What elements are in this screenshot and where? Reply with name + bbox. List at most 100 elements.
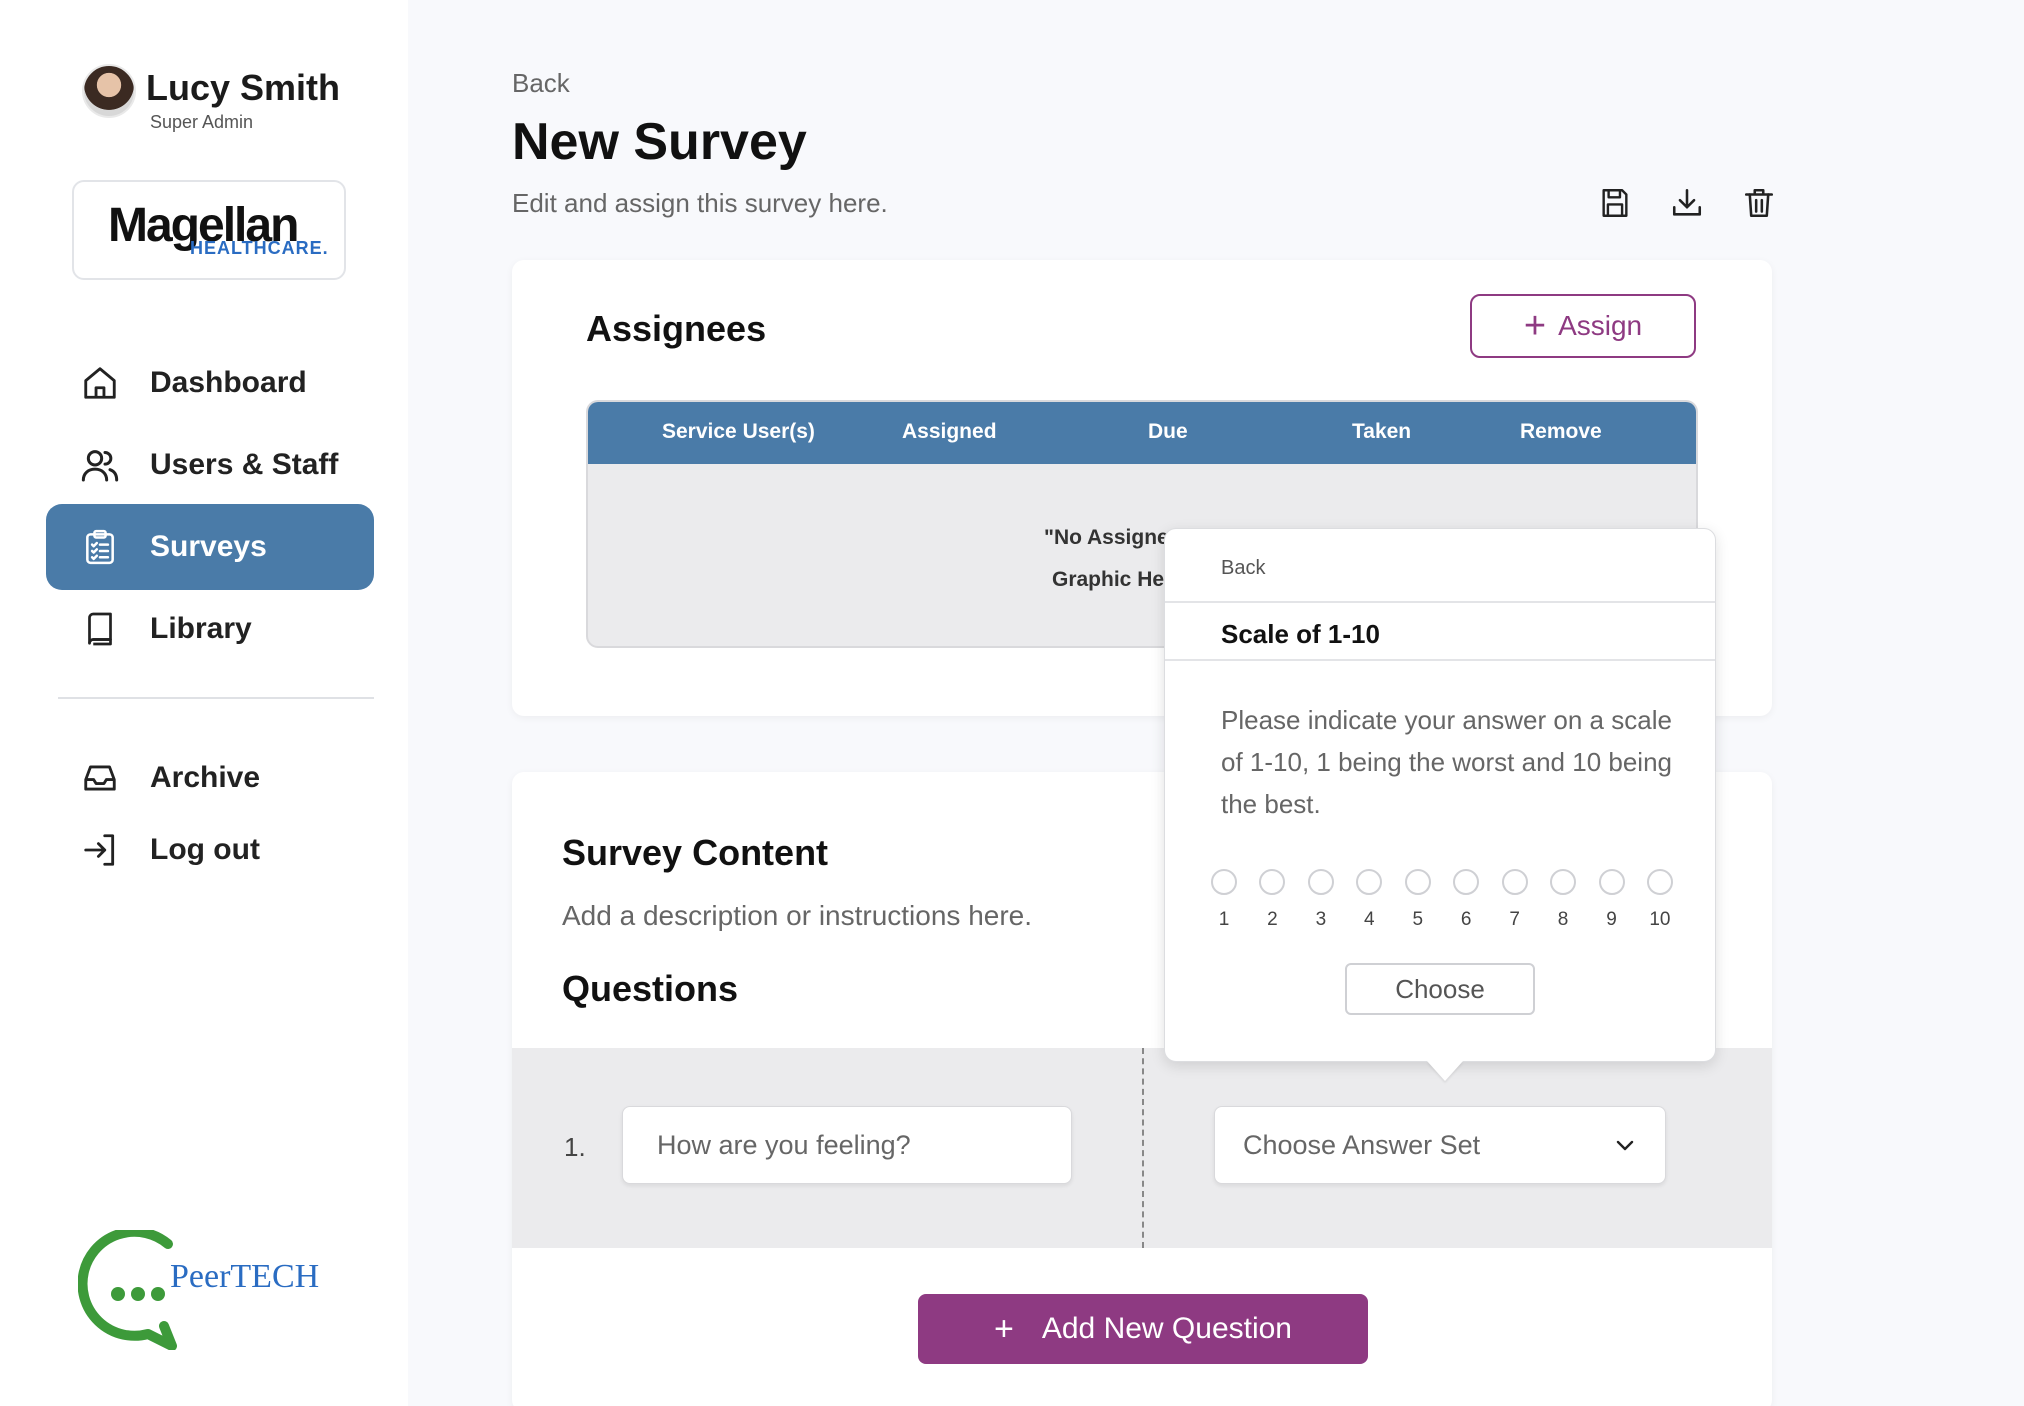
- scale-option[interactable]: 8: [1546, 869, 1580, 931]
- nav-item-dashboard[interactable]: Dashboard: [46, 340, 374, 426]
- nav-item-label: Surveys: [150, 530, 267, 563]
- page-subtitle: Edit and assign this survey here.: [512, 188, 888, 218]
- radio-button[interactable]: [1307, 869, 1334, 895]
- nav-item-logout[interactable]: Log out: [46, 812, 374, 888]
- user-profile[interactable]: Lucy Smith Super Admin: [82, 64, 340, 133]
- column-header[interactable]: Taken: [1352, 420, 1411, 444]
- radio-button[interactable]: [1598, 869, 1625, 895]
- question-row: 1. How are you feeling? Choose Answer Se…: [512, 1048, 1772, 1248]
- assign-button-label: Assign: [1558, 310, 1643, 341]
- scale-option-label: 3: [1315, 909, 1327, 930]
- rating-scale: 1 2 3 4 5 6 7 8 9 10: [1207, 869, 1677, 931]
- nav-item-label: Dashboard: [150, 366, 307, 399]
- secondary-nav: Archive Log out: [46, 740, 374, 884]
- chevron-down-icon: [1613, 1133, 1637, 1164]
- assignees-title: Assignees: [586, 308, 767, 349]
- popover-description: Please indicate your answer on a scale o…: [1221, 705, 1672, 819]
- sidebar: Lucy Smith Super Admin Magellan HEALTHCA…: [0, 0, 408, 1406]
- scale-option-label: 9: [1606, 909, 1617, 930]
- column-header[interactable]: Assigned: [902, 420, 997, 444]
- scale-option[interactable]: 4: [1352, 869, 1386, 931]
- answer-set-select[interactable]: Choose Answer Set: [1214, 1106, 1666, 1184]
- home-icon: [80, 363, 120, 403]
- radio-button[interactable]: [1211, 869, 1237, 895]
- scale-option[interactable]: 9: [1595, 869, 1629, 931]
- scale-option-label: 6: [1460, 909, 1472, 930]
- save-button[interactable]: [1594, 184, 1636, 226]
- avatar: [82, 64, 136, 118]
- add-question-label: Add New Question: [1041, 1312, 1292, 1345]
- radio-button[interactable]: [1453, 869, 1480, 895]
- choose-button[interactable]: Choose: [1345, 963, 1535, 1015]
- survey-toolbar: [1594, 184, 1780, 226]
- column-header[interactable]: Due: [1148, 420, 1188, 444]
- nav-divider: [58, 697, 374, 699]
- logout-icon: [80, 830, 120, 870]
- nav-item-archive[interactable]: Archive: [46, 740, 374, 816]
- download-button[interactable]: [1666, 184, 1708, 226]
- scale-option[interactable]: 10: [1643, 869, 1677, 931]
- user-name: Lucy Smith: [146, 67, 341, 108]
- question-placeholder: How are you feeling?: [657, 1129, 911, 1160]
- survey-content-title: Survey Content: [562, 832, 829, 873]
- nav-item-label: Archive: [150, 761, 261, 794]
- user-role: Super Admin: [150, 111, 254, 132]
- scale-option-label: 5: [1412, 909, 1424, 930]
- download-icon: [1670, 186, 1704, 225]
- table-header: Service User(s) Assigned Due Taken Remov…: [588, 402, 1696, 464]
- choose-button-label: Choose: [1395, 973, 1485, 1004]
- empty-state-text: "No Assignee: [1044, 526, 1181, 549]
- question-text-input[interactable]: How are you feeling?: [622, 1106, 1072, 1184]
- radio-button[interactable]: [1501, 869, 1528, 895]
- radio-button[interactable]: [1404, 869, 1431, 895]
- question-divider: [1142, 1048, 1144, 1248]
- assign-button[interactable]: + Assign: [1470, 294, 1696, 358]
- scale-option-label: 2: [1267, 909, 1278, 930]
- radio-button[interactable]: [1356, 869, 1383, 895]
- popover-divider: [1165, 659, 1715, 661]
- delete-button[interactable]: [1738, 184, 1780, 226]
- scale-option-label: 7: [1509, 909, 1520, 930]
- org-logo-card: Magellan HEALTHCARE.: [72, 180, 346, 280]
- scale-option-label: 10: [1649, 909, 1671, 930]
- answer-set-popover: Back Scale of 1-10 Please indicate your …: [1164, 528, 1716, 1062]
- popover-back-link[interactable]: Back: [1221, 557, 1265, 580]
- scale-option-label: 1: [1218, 909, 1230, 930]
- trash-icon: [1742, 186, 1776, 225]
- peertech-wordmark: PeerTECH: [170, 1258, 320, 1295]
- inbox-icon: [80, 758, 120, 798]
- survey-description[interactable]: Add a description or instructions here.: [562, 900, 1032, 932]
- org-logo-sub: HEALTHCARE.: [190, 238, 329, 258]
- popover-divider: [1165, 601, 1715, 603]
- questions-title: Questions: [562, 968, 739, 1009]
- plus-icon: +: [1523, 305, 1547, 347]
- radio-button[interactable]: [1259, 869, 1286, 895]
- scale-option-label: 4: [1364, 909, 1375, 930]
- empty-state-graphic-note: Graphic Her: [1052, 568, 1173, 591]
- scale-option[interactable]: 3: [1304, 869, 1338, 931]
- scale-option[interactable]: 2: [1255, 869, 1289, 931]
- radio-button[interactable]: [1550, 869, 1577, 895]
- back-link[interactable]: Back: [512, 68, 570, 99]
- scale-option[interactable]: 5: [1401, 869, 1435, 931]
- nav-item-label: Users & Staff: [150, 448, 339, 481]
- nav-item-users-staff[interactable]: Users & Staff: [46, 422, 374, 508]
- add-question-button[interactable]: + Add New Question: [918, 1294, 1368, 1364]
- radio-button[interactable]: [1646, 869, 1673, 895]
- scale-option[interactable]: 6: [1449, 869, 1483, 931]
- nav-item-label: Library: [150, 612, 252, 645]
- column-header[interactable]: Remove: [1520, 420, 1602, 444]
- answer-set-placeholder: Choose Answer Set: [1243, 1129, 1481, 1160]
- scale-option[interactable]: 7: [1498, 869, 1532, 931]
- scale-option-label: 8: [1557, 909, 1569, 930]
- main-nav: Dashboard Users & Staff Surveys Library: [46, 340, 374, 668]
- scale-option[interactable]: 1: [1207, 869, 1241, 931]
- nav-item-library[interactable]: Library: [46, 586, 374, 672]
- question-number: 1.: [564, 1132, 586, 1162]
- nav-item-surveys[interactable]: Surveys: [46, 504, 374, 590]
- column-header[interactable]: Service User(s): [662, 420, 815, 444]
- save-icon: [1598, 186, 1632, 225]
- popover-title: Scale of 1-10: [1221, 619, 1380, 649]
- nav-item-label: Log out: [150, 833, 260, 866]
- plus-icon: +: [994, 1309, 1014, 1348]
